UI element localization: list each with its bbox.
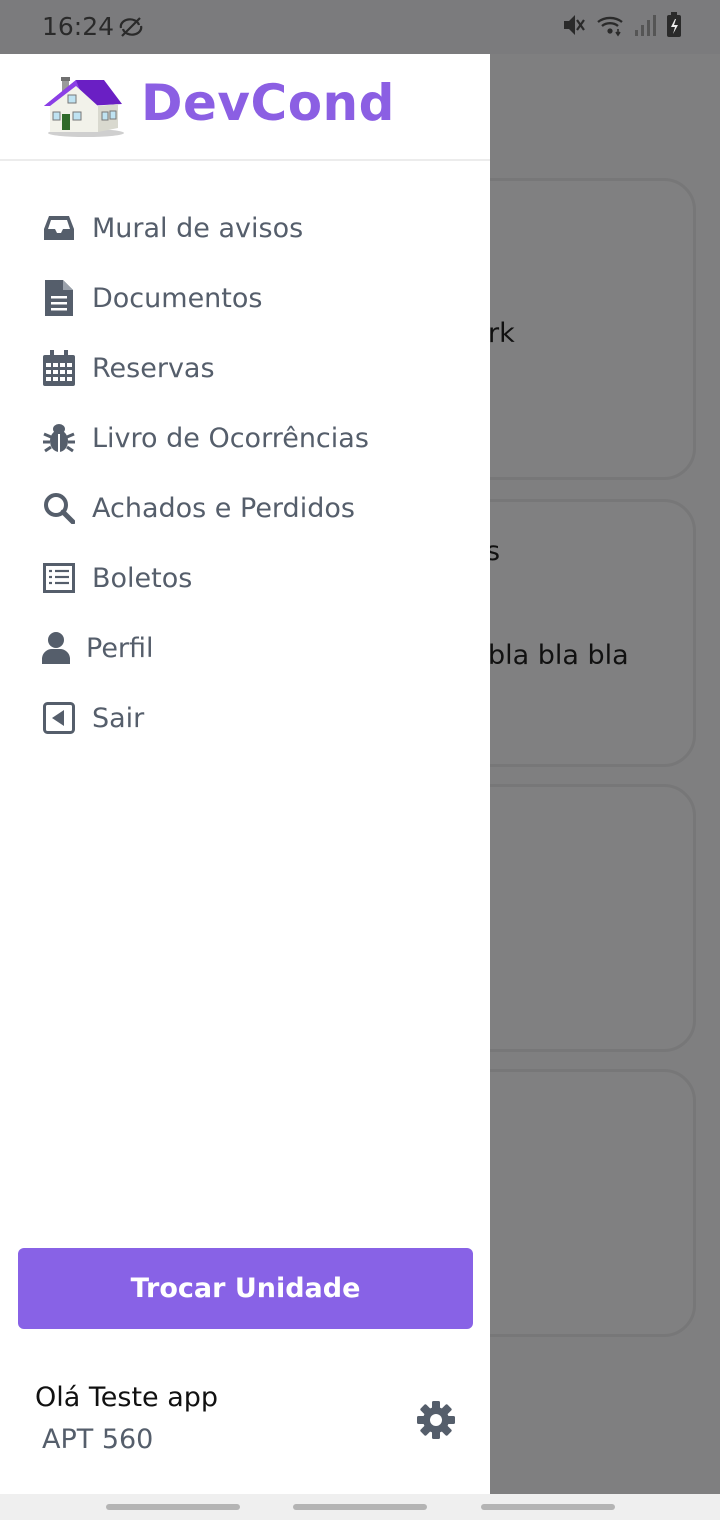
app-title: DevCond (141, 74, 395, 132)
file-text-icon (42, 280, 76, 316)
navigation-drawer: DevCond Mural de avisos Documentos Reser… (0, 54, 490, 1494)
menu-item-livro-de-ocorrencias[interactable]: Livro de Ocorrências (42, 410, 369, 466)
gear-icon[interactable] (416, 1400, 456, 1444)
background-text: rk (488, 318, 515, 349)
status-icons (562, 12, 682, 42)
signal-icon (634, 13, 656, 41)
exit-icon (42, 700, 76, 736)
nav-home-handle[interactable] (293, 1504, 427, 1510)
nav-recents-handle[interactable] (106, 1504, 240, 1510)
calendar-icon (42, 350, 76, 386)
house-icon (42, 72, 126, 142)
menu-item-achados-e-perdidos[interactable]: Achados e Perdidos (42, 480, 355, 536)
background-text: bla bla bla (488, 640, 629, 671)
user-unit: APT 560 (42, 1424, 154, 1455)
menu-item-label: Livro de Ocorrências (92, 422, 369, 454)
menu-item-label: Documentos (92, 282, 263, 314)
switch-unit-button[interactable]: Trocar Unidade (18, 1248, 473, 1329)
menu-item-label: Sair (92, 702, 145, 734)
menu-item-perfil[interactable]: Perfil (42, 620, 154, 676)
menu-item-mural-de-avisos[interactable]: Mural de avisos (42, 200, 303, 256)
receipt-icon (42, 560, 76, 596)
menu-item-label: Reservas (92, 352, 215, 384)
user-icon (42, 630, 70, 666)
mute-icon (562, 12, 586, 42)
menu-item-label: Boletos (92, 562, 193, 594)
drawer-header: DevCond (0, 54, 490, 161)
bug-icon (42, 420, 76, 456)
menu-item-documentos[interactable]: Documentos (42, 270, 262, 326)
system-nav-bar (0, 1494, 720, 1520)
inbox-icon (42, 210, 76, 246)
battery-charging-icon (666, 12, 682, 42)
menu-item-label: Achados e Perdidos (92, 492, 355, 524)
user-greeting: Olá Teste app (35, 1382, 219, 1413)
nav-back-handle[interactable] (481, 1504, 615, 1510)
menu-item-reservas[interactable]: Reservas (42, 340, 215, 396)
menu-item-label: Mural de avisos (92, 212, 304, 244)
search-icon (42, 490, 76, 526)
sync-off-icon (118, 16, 144, 42)
wifi-icon (596, 13, 624, 41)
menu-item-sair[interactable]: Sair (42, 690, 144, 746)
menu-item-label: Perfil (86, 632, 154, 664)
status-bar: 16:24 (0, 0, 720, 54)
menu-item-boletos[interactable]: Boletos (42, 550, 192, 606)
status-time: 16:24 (42, 12, 115, 41)
